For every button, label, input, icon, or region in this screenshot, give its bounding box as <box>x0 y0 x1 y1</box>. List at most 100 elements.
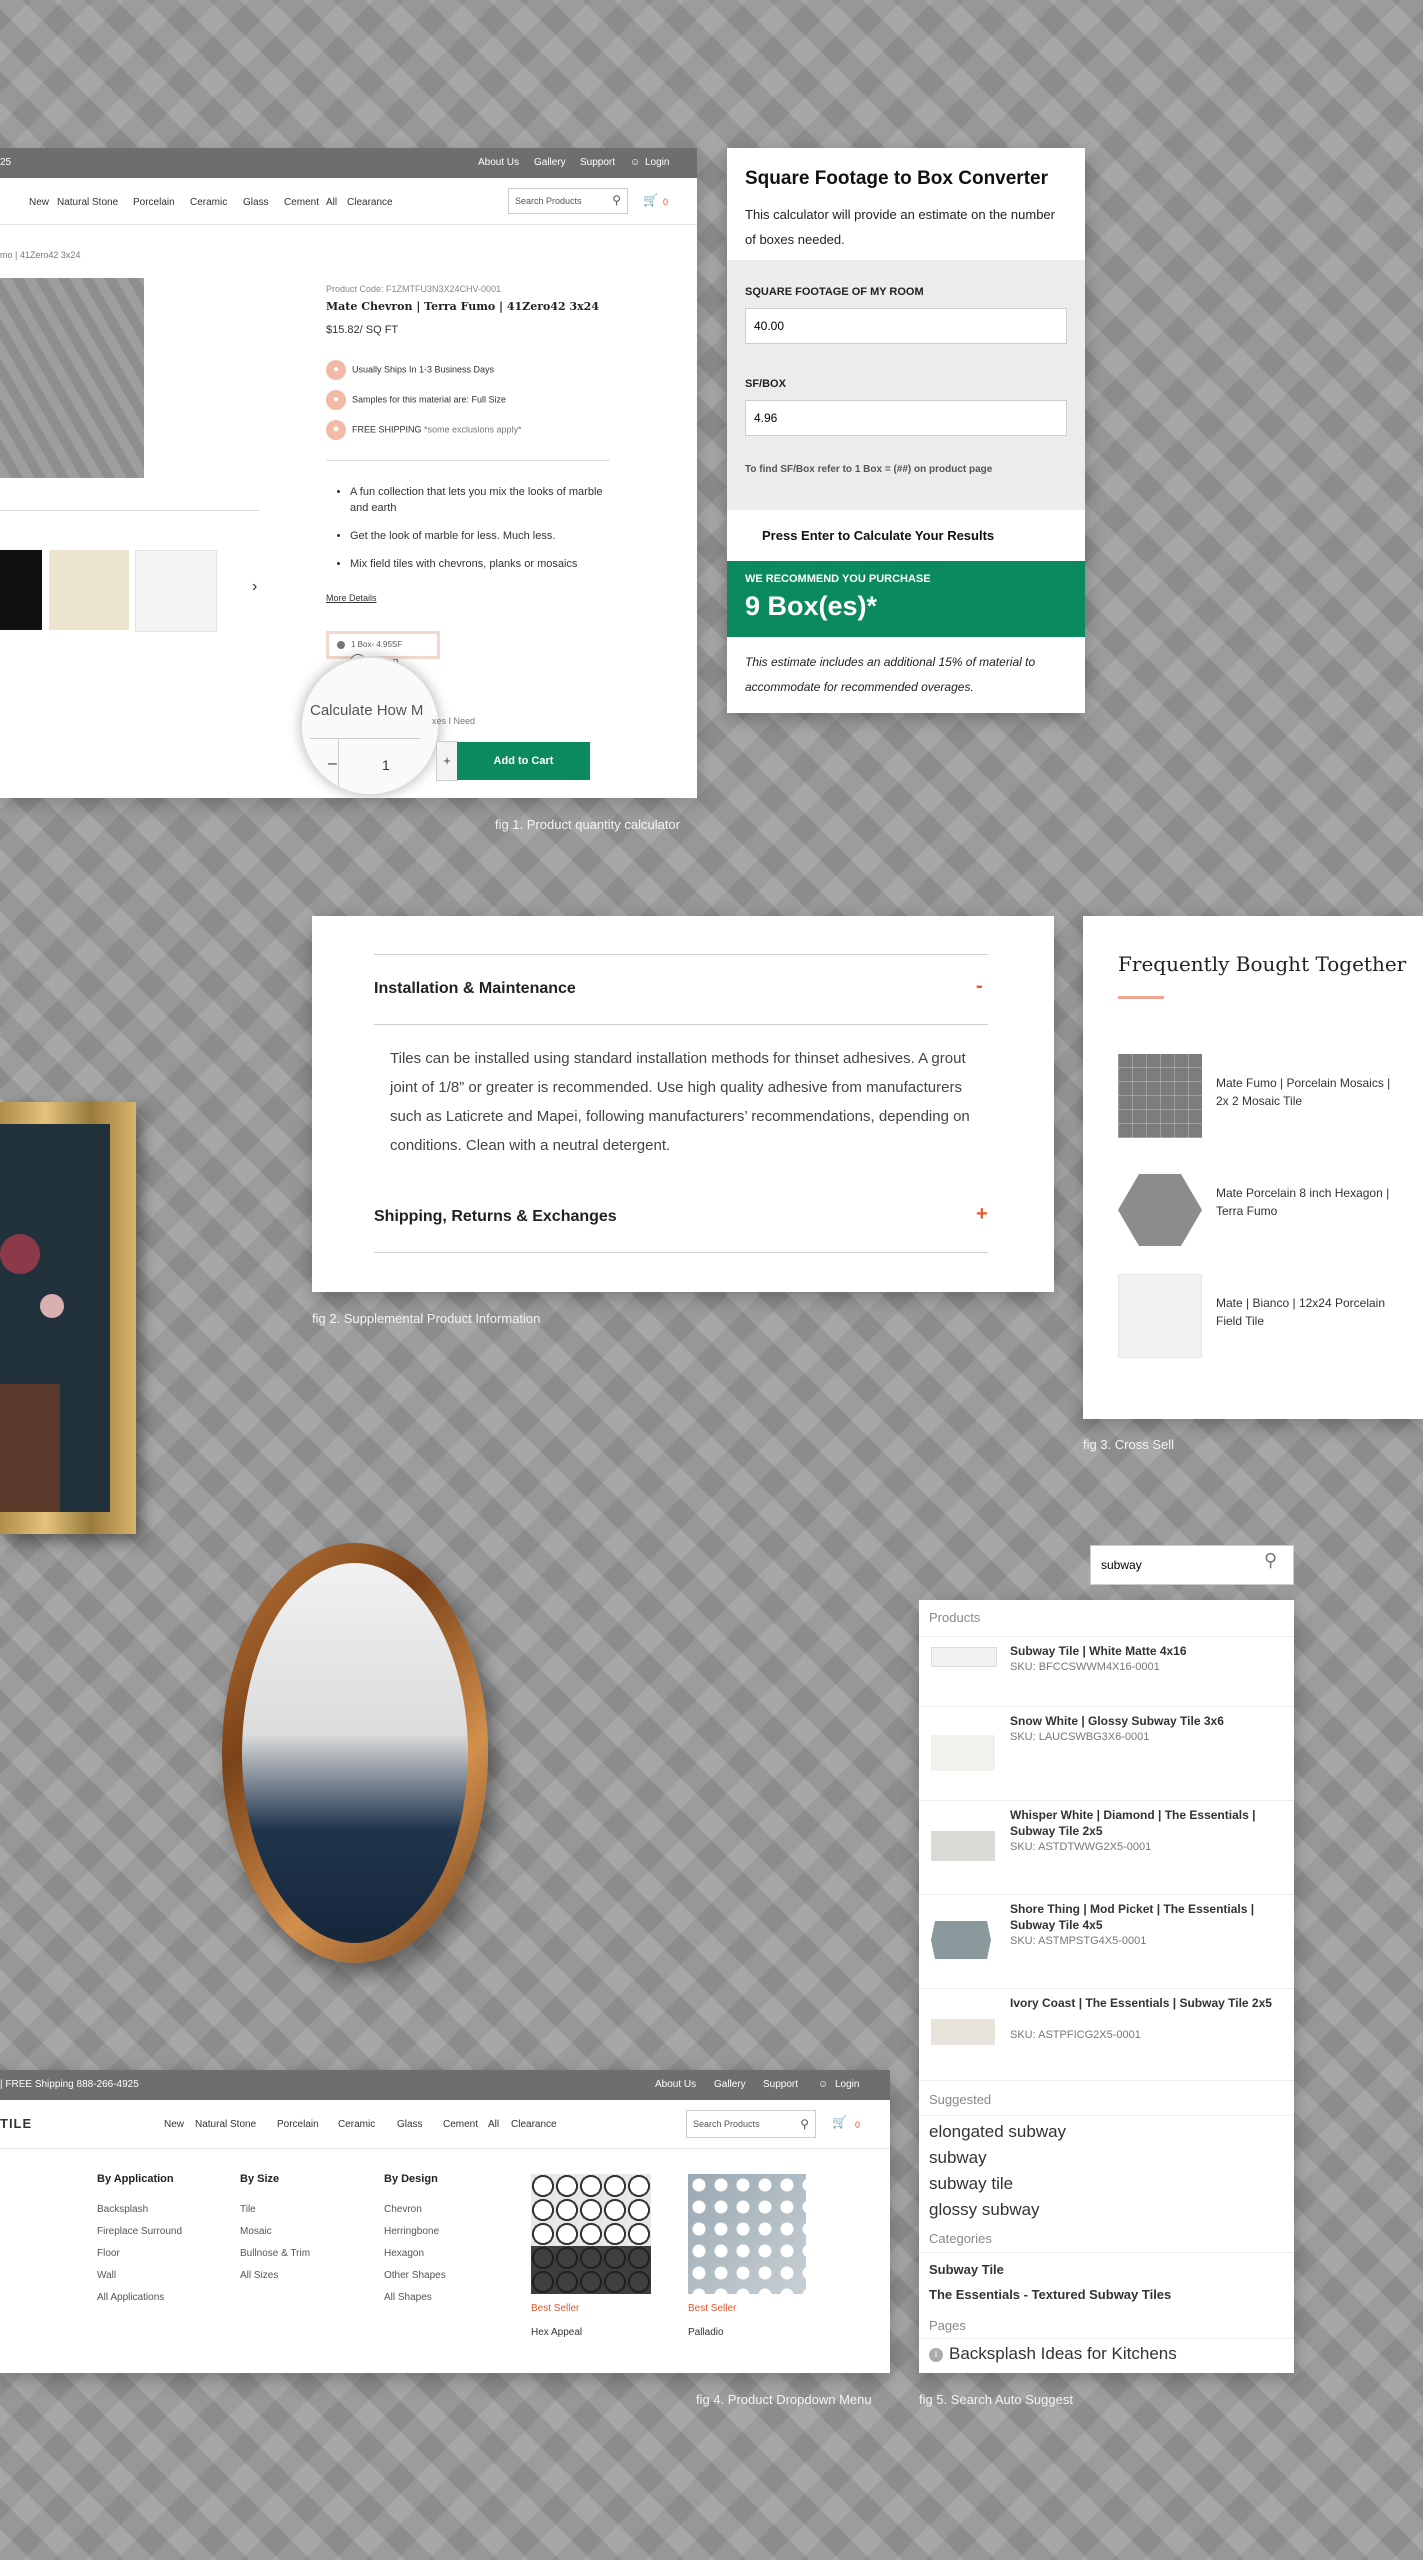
thumbnail-white[interactable] <box>135 550 217 632</box>
add-to-cart-button[interactable]: Add to Cart <box>457 742 590 780</box>
oval-mirror <box>222 1543 488 1963</box>
thumbnail-black[interactable] <box>0 550 42 630</box>
search-input[interactable]: Search Products ⚲ <box>508 188 628 214</box>
promo-image-hex[interactable] <box>531 2174 651 2294</box>
nav-glass[interactable]: Glass <box>243 197 269 208</box>
recommendation-banner: WE RECOMMEND YOU PURCHASE 9 Box(es)* <box>727 561 1085 637</box>
nav-clearance[interactable]: Clearance <box>347 197 393 208</box>
menu-item[interactable]: Tile <box>240 2204 256 2215</box>
login-link[interactable]: Login <box>835 2079 859 2090</box>
menu-item[interactable]: All Sizes <box>240 2270 278 2281</box>
more-details-link[interactable]: More Details <box>326 593 377 603</box>
page-link[interactable]: Backsplash Ideas for Kitchens <box>949 2344 1177 2364</box>
menu-item[interactable]: Other Shapes <box>384 2270 446 2281</box>
calculate-link[interactable]: Calculate How M <box>310 702 423 719</box>
category-link[interactable]: Subway Tile <box>929 2262 1004 2277</box>
product-thumb <box>931 1735 995 1771</box>
cart-icon[interactable]: 🛒 <box>643 193 658 207</box>
qty-value[interactable]: 1 <box>382 757 390 773</box>
nav-cement[interactable]: Cement <box>284 197 319 208</box>
plus-button[interactable]: + <box>436 741 458 781</box>
sqft-input[interactable] <box>745 308 1067 344</box>
promo-name[interactable]: Palladio <box>688 2327 724 2338</box>
menu-item[interactable]: All Applications <box>97 2292 164 2303</box>
thumbnail-cream[interactable] <box>49 550 129 630</box>
support-link[interactable]: Support <box>763 2079 798 2090</box>
suggested-term[interactable]: subway <box>929 2148 987 2168</box>
marble-product-image[interactable] <box>1118 1274 1202 1358</box>
product-thumb <box>931 1917 995 1963</box>
gallery-link[interactable]: Gallery <box>534 157 566 168</box>
login-link[interactable]: Login <box>645 157 669 168</box>
nav-ceramic[interactable]: Ceramic <box>338 2119 375 2130</box>
search-icon[interactable]: ⚲ <box>1264 1550 1277 1571</box>
expand-icon[interactable]: + <box>976 1203 988 1226</box>
nav-new[interactable]: New <box>29 197 49 208</box>
nav-ceramic[interactable]: Ceramic <box>190 197 227 208</box>
collapse-icon[interactable]: - <box>976 975 983 998</box>
mosaic-product-image[interactable] <box>1118 1054 1202 1138</box>
promo-name[interactable]: Hex Appeal <box>531 2327 582 2338</box>
radio-selected[interactable] <box>337 641 345 649</box>
suggest-product-row[interactable]: Snow White | Glossy Subway Tile 3x6 SKU:… <box>919 1706 1294 1801</box>
suggest-product-row[interactable]: Subway Tile | White Matte 4x16 SKU: BFCC… <box>919 1636 1294 1707</box>
category-link[interactable]: The Essentials - Textured Subway Tiles <box>929 2287 1171 2302</box>
menu-item[interactable]: Chevron <box>384 2204 422 2215</box>
divider <box>0 510 260 511</box>
suggested-term[interactable]: subway tile <box>929 2174 1013 2194</box>
suggested-term[interactable]: elongated subway <box>929 2122 1066 2142</box>
menu-item[interactable]: Floor <box>97 2248 120 2259</box>
minus-button[interactable]: – <box>328 755 337 773</box>
cross-sell-item-name[interactable]: Mate Fumo | Porcelain Mosaics | 2x 2 Mos… <box>1216 1074 1406 1110</box>
sfbox-input[interactable] <box>745 400 1067 436</box>
about-link[interactable]: About Us <box>655 2079 696 2090</box>
nav-glass[interactable]: Glass <box>397 2119 423 2130</box>
calculate-link-rest[interactable]: xes I Need <box>432 716 475 726</box>
search-icon[interactable]: ⚲ <box>612 188 621 212</box>
nav-all[interactable]: All <box>488 2119 499 2130</box>
menu-item[interactable]: All Shapes <box>384 2292 432 2303</box>
menu-item[interactable]: Wall <box>97 2270 116 2281</box>
product-image[interactable] <box>0 278 144 478</box>
menu-item[interactable]: Herringbone <box>384 2226 439 2237</box>
product-thumb <box>931 2019 995 2045</box>
logo[interactable]: TILE <box>0 2116 32 2131</box>
suggest-product-row[interactable]: Whisper White | Diamond | The Essentials… <box>919 1800 1294 1895</box>
product-sku: SKU: ASTPFICG2X5-0001 <box>1010 2029 1141 2041</box>
nav-cement[interactable]: Cement <box>443 2119 478 2130</box>
nav-clearance[interactable]: Clearance <box>511 2119 557 2130</box>
menu-item[interactable]: Bullnose & Trim <box>240 2248 310 2259</box>
suggested-term[interactable]: glossy subway <box>929 2200 1040 2220</box>
promo-image-palladio[interactable] <box>688 2174 806 2294</box>
search-icon[interactable]: ⚲ <box>800 2111 809 2137</box>
accordion-shipping-title[interactable]: Shipping, Returns & Exchanges <box>374 1208 617 1226</box>
cross-sell-item-name[interactable]: Mate Porcelain 8 inch Hexagon | Terra Fu… <box>1216 1184 1406 1220</box>
gallery-link[interactable]: Gallery <box>714 2079 746 2090</box>
sfbox-hint: To find SF/Box refer to 1 Box = (##) on … <box>745 464 993 475</box>
hexagon-product-image[interactable] <box>1118 1168 1202 1252</box>
cross-sell-item-name[interactable]: Mate | Bianco | 12x24 Porcelain Field Ti… <box>1216 1294 1406 1330</box>
accordion-install-title[interactable]: Installation & Maintenance <box>374 980 576 998</box>
nav-natural-stone[interactable]: Natural Stone <box>57 197 118 208</box>
menu-item[interactable]: Backsplash <box>97 2204 148 2215</box>
menu-item[interactable]: Fireplace Surround <box>97 2226 182 2237</box>
nav-porcelain[interactable]: Porcelain <box>277 2119 319 2130</box>
menu-item[interactable]: Hexagon <box>384 2248 424 2259</box>
product-name: Snow White | Glossy Subway Tile 3x6 <box>1010 1714 1224 1728</box>
next-arrow-icon[interactable]: › <box>252 578 257 596</box>
about-link[interactable]: About Us <box>478 157 519 168</box>
nav-porcelain[interactable]: Porcelain <box>133 197 175 208</box>
nav-natural-stone[interactable]: Natural Stone <box>195 2119 256 2130</box>
box-option[interactable]: 1 Box- 4.95SF <box>326 631 440 659</box>
support-link[interactable]: Support <box>580 157 615 168</box>
qty-stepper[interactable]: – 1 <box>310 738 420 794</box>
menu-item[interactable]: Mosaic <box>240 2226 272 2237</box>
suggest-product-row[interactable]: Ivory Coast | The Essentials | Subway Ti… <box>919 1988 1294 2081</box>
calculate-prompt[interactable]: Press Enter to Calculate Your Results <box>762 528 994 543</box>
nav-new[interactable]: New <box>164 2119 184 2130</box>
suggest-product-row[interactable]: Shore Thing | Mod Picket | The Essential… <box>919 1894 1294 1989</box>
cart-icon[interactable]: 🛒 <box>832 2115 847 2129</box>
search-input[interactable]: Search Products ⚲ <box>686 2110 816 2138</box>
nav-all[interactable]: All <box>326 197 337 208</box>
feature-shipping-time: ● Usually Ships In 1-3 Business Days <box>326 360 494 380</box>
